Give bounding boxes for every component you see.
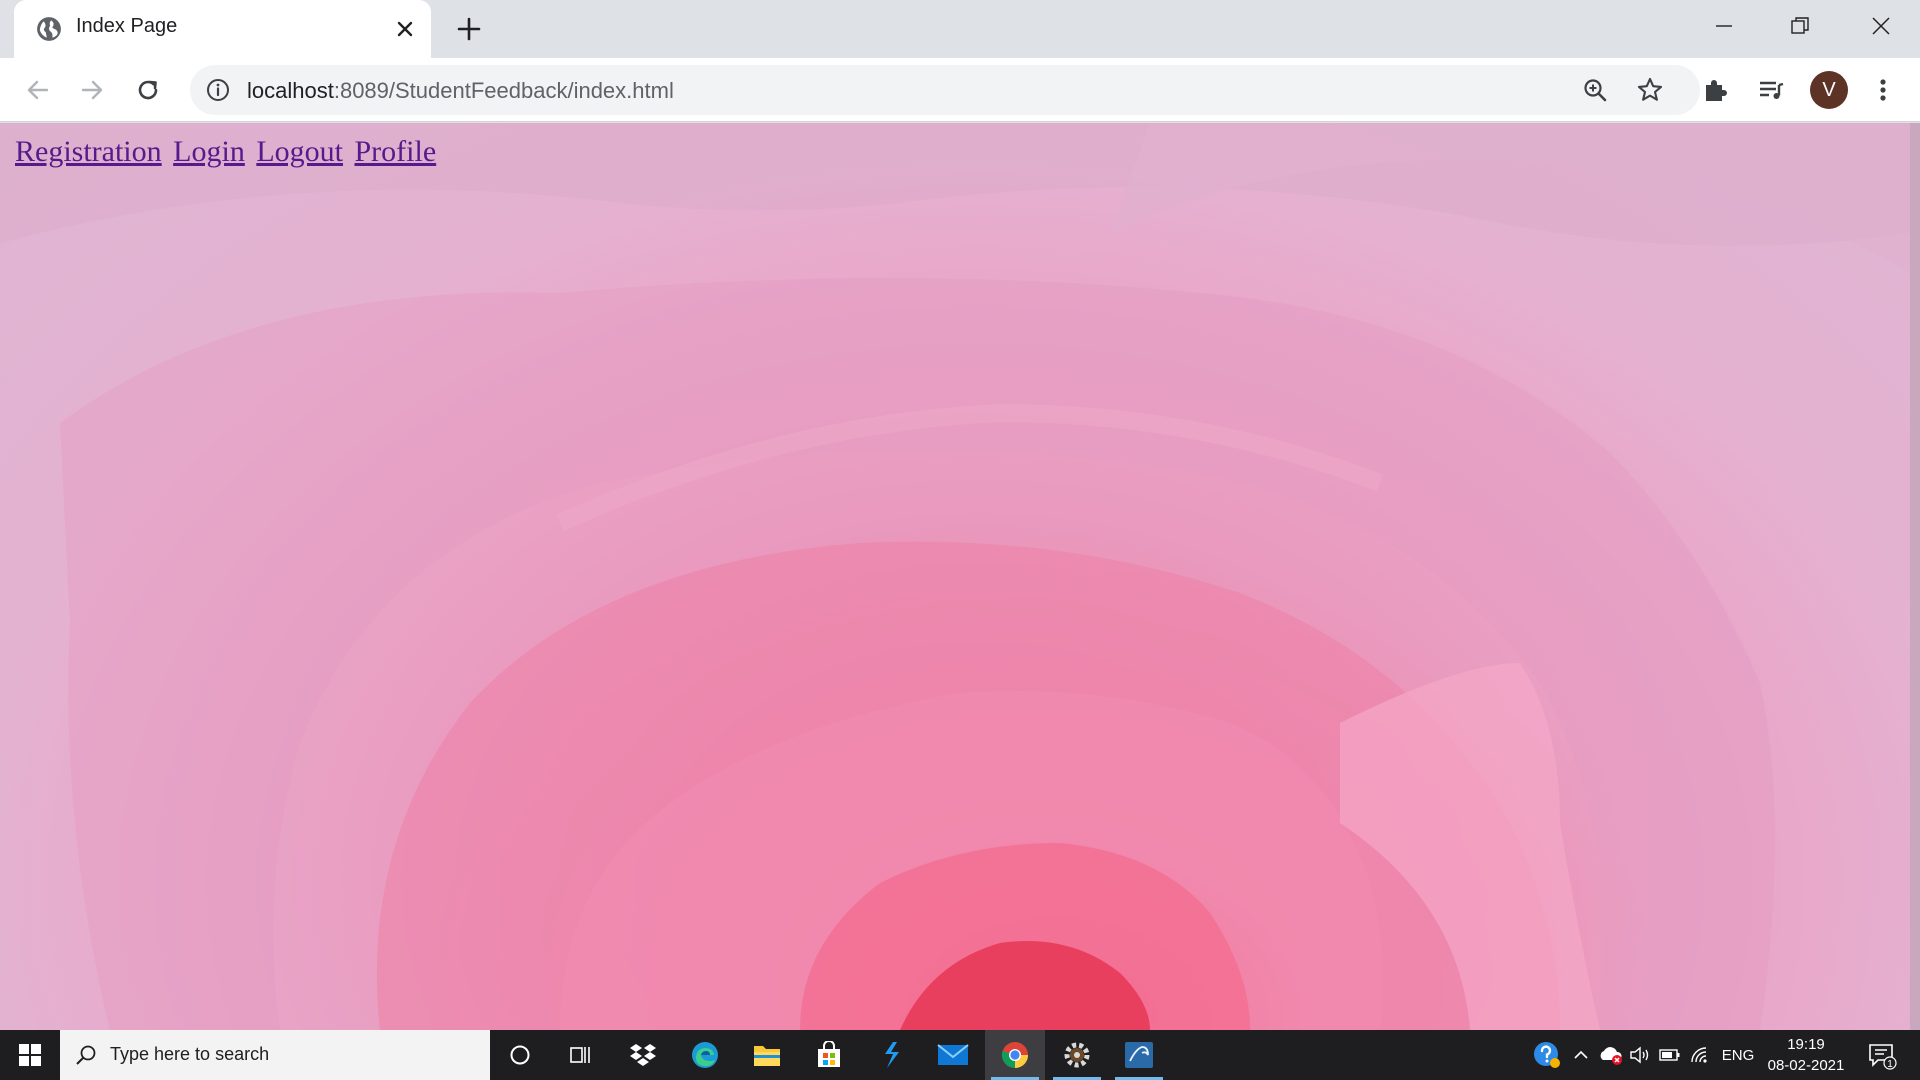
taskbar-clock[interactable]: 19:19 08-02-2021: [1760, 1034, 1852, 1076]
profile-avatar[interactable]: V: [1810, 71, 1848, 109]
search-placeholder: Type here to search: [110, 1044, 270, 1064]
back-button[interactable]: [20, 72, 56, 108]
speaker-icon: [1630, 1046, 1649, 1064]
vscode-icon: [885, 1042, 899, 1068]
registration-link[interactable]: Registration: [15, 135, 162, 168]
url-host: localhost: [247, 78, 334, 103]
show-hidden-icons-button[interactable]: [1568, 1030, 1594, 1080]
queue-music-icon: [1760, 81, 1784, 99]
start-button[interactable]: [0, 1030, 60, 1080]
address-bar[interactable]: localhost:8089/StudentFeedback/index.htm…: [190, 65, 1700, 115]
chrome-app[interactable]: [985, 1030, 1045, 1080]
task-view-button[interactable]: [550, 1030, 610, 1080]
chevron-up-icon: [1574, 1050, 1588, 1059]
cloud-error-icon: [1600, 1047, 1622, 1065]
settings-app[interactable]: [1047, 1030, 1107, 1080]
reload-button[interactable]: [130, 72, 166, 108]
network-tray-button[interactable]: [1686, 1030, 1714, 1080]
site-info-icon[interactable]: [206, 78, 230, 102]
media-control-button[interactable]: [1756, 75, 1786, 105]
login-link[interactable]: Login: [173, 135, 245, 168]
page-nav-links: Registration Login Logout Profile: [15, 135, 440, 169]
edge-icon: [692, 1042, 718, 1068]
rose-background-image: [0, 123, 1910, 1030]
vscode-app[interactable]: [861, 1030, 921, 1080]
action-center-button[interactable]: 1: [1862, 1030, 1902, 1080]
notification-icon: 1: [1869, 1044, 1897, 1070]
windows-taskbar: Type here to search ENG 19:19 08-02-2021…: [0, 1030, 1920, 1080]
dropbox-app[interactable]: [613, 1030, 673, 1080]
mail-app[interactable]: [923, 1030, 983, 1080]
battery-icon: [1659, 1049, 1680, 1061]
profile-link[interactable]: Profile: [355, 135, 437, 168]
logout-link[interactable]: Logout: [256, 135, 343, 168]
onedrive-tray-button[interactable]: [1596, 1030, 1626, 1080]
browser-toolbar: localhost:8089/StudentFeedback/index.htm…: [0, 58, 1920, 122]
wifi-icon: [1691, 1047, 1707, 1063]
dropbox-icon: [630, 1044, 656, 1066]
browser-tab[interactable]: Index Page: [14, 0, 431, 58]
zoom-icon[interactable]: [1582, 77, 1608, 103]
file-explorer-icon: [754, 1046, 780, 1066]
restore-icon: [1791, 17, 1809, 34]
cortana-icon: [510, 1045, 530, 1065]
close-icon: [1872, 17, 1890, 35]
tab-title: Index Page: [76, 15, 178, 37]
back-arrow-icon: [27, 80, 49, 100]
new-tab-icon[interactable]: [455, 15, 483, 43]
file-explorer-app[interactable]: [737, 1030, 797, 1080]
tab-strip: Index Page: [0, 0, 1920, 58]
task-view-icon: [570, 1047, 590, 1063]
bookmark-star-icon[interactable]: [1636, 76, 1664, 104]
help-tray-button[interactable]: [1530, 1030, 1564, 1080]
close-tab-icon[interactable]: [393, 17, 417, 41]
minimize-icon: [1716, 25, 1732, 27]
search-icon: [76, 1045, 96, 1065]
clock-date: 08-02-2021: [1767, 1057, 1845, 1074]
volume-tray-button[interactable]: [1626, 1030, 1654, 1080]
forward-button[interactable]: [74, 72, 110, 108]
store-icon: [818, 1041, 840, 1067]
help-icon: [1534, 1042, 1560, 1068]
cortana-button[interactable]: [490, 1030, 550, 1080]
store-app[interactable]: [799, 1030, 859, 1080]
mail-icon: [937, 1044, 969, 1065]
page-viewport: Registration Login Logout Profile: [0, 123, 1910, 1030]
language-indicator[interactable]: ENG: [1718, 1030, 1758, 1080]
notification-count: 1: [1887, 1059, 1893, 1070]
taskbar-search-box[interactable]: Type here to search: [60, 1030, 490, 1080]
reload-icon: [138, 80, 158, 100]
page-scrollbar[interactable]: [1910, 123, 1920, 1030]
puzzle-icon: [1706, 80, 1727, 101]
more-vert-icon: [1880, 79, 1886, 101]
settings-app-icon: [1064, 1042, 1090, 1068]
clock-time: 19:19: [1787, 1036, 1825, 1053]
menu-button[interactable]: [1868, 75, 1898, 105]
windows-logo-icon: [19, 1044, 41, 1066]
url-path: :8089/StudentFeedback/index.html: [333, 78, 674, 103]
close-window-button[interactable]: [1846, 0, 1916, 52]
minimize-button[interactable]: [1689, 0, 1759, 52]
battery-tray-button[interactable]: [1656, 1030, 1684, 1080]
globe-icon: [37, 17, 61, 41]
restore-button[interactable]: [1765, 0, 1835, 52]
chrome-icon: [1001, 1042, 1029, 1069]
extensions-button[interactable]: [1700, 75, 1730, 105]
url-text[interactable]: localhost:8089/StudentFeedback/index.htm…: [247, 78, 674, 104]
sql-app-icon: [1125, 1042, 1153, 1068]
sql-app[interactable]: [1109, 1030, 1169, 1080]
forward-arrow-icon: [81, 80, 103, 100]
edge-app[interactable]: [675, 1030, 735, 1080]
